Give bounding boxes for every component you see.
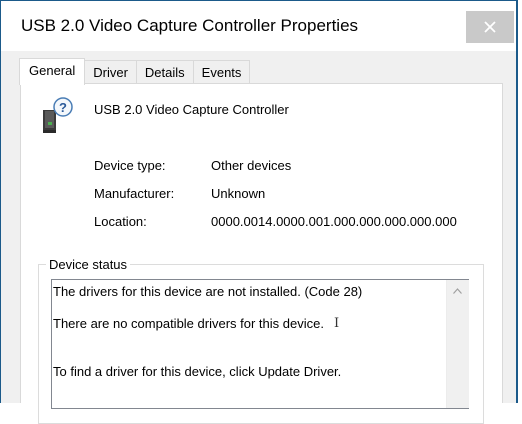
- status-line-compatible: There are no compatible drivers for this…: [53, 316, 324, 331]
- tab-details[interactable]: Details: [135, 60, 194, 84]
- device-status-legend: Device status: [46, 257, 131, 272]
- tab-general[interactable]: General: [19, 58, 86, 85]
- text-cursor-icon: I: [334, 316, 340, 331]
- device-type-label: Device type:: [94, 158, 166, 173]
- status-line-update: To find a driver for this device, click …: [53, 364, 342, 379]
- close-button[interactable]: [466, 11, 514, 43]
- manufacturer-value: Unknown: [211, 186, 266, 201]
- location-value: 0000.0014.0000.001.000.000.000.000.000: [211, 214, 457, 229]
- window-title: USB 2.0 Video Capture Controller Propert…: [21, 16, 359, 35]
- close-icon: [484, 21, 496, 33]
- device-name: USB 2.0 Video Capture Controller: [94, 102, 289, 117]
- manufacturer-label: Manufacturer:: [94, 186, 175, 201]
- tab-events[interactable]: Events: [192, 60, 251, 84]
- location-label: Location:: [94, 214, 147, 229]
- scroll-up-button[interactable]: [446, 280, 468, 302]
- status-line-code: The drivers for this device are not inst…: [53, 284, 363, 299]
- chevron-up-icon: [452, 286, 462, 296]
- unknown-device-icon: ?: [40, 96, 76, 136]
- device-type-value: Other devices: [211, 158, 292, 173]
- tab-driver[interactable]: Driver: [84, 60, 137, 84]
- tab-strip: General Driver Details Events: [19, 58, 251, 85]
- title-bar[interactable]: USB 2.0 Video Capture Controller Propert…: [1, 1, 516, 51]
- svg-text:?: ?: [59, 100, 67, 115]
